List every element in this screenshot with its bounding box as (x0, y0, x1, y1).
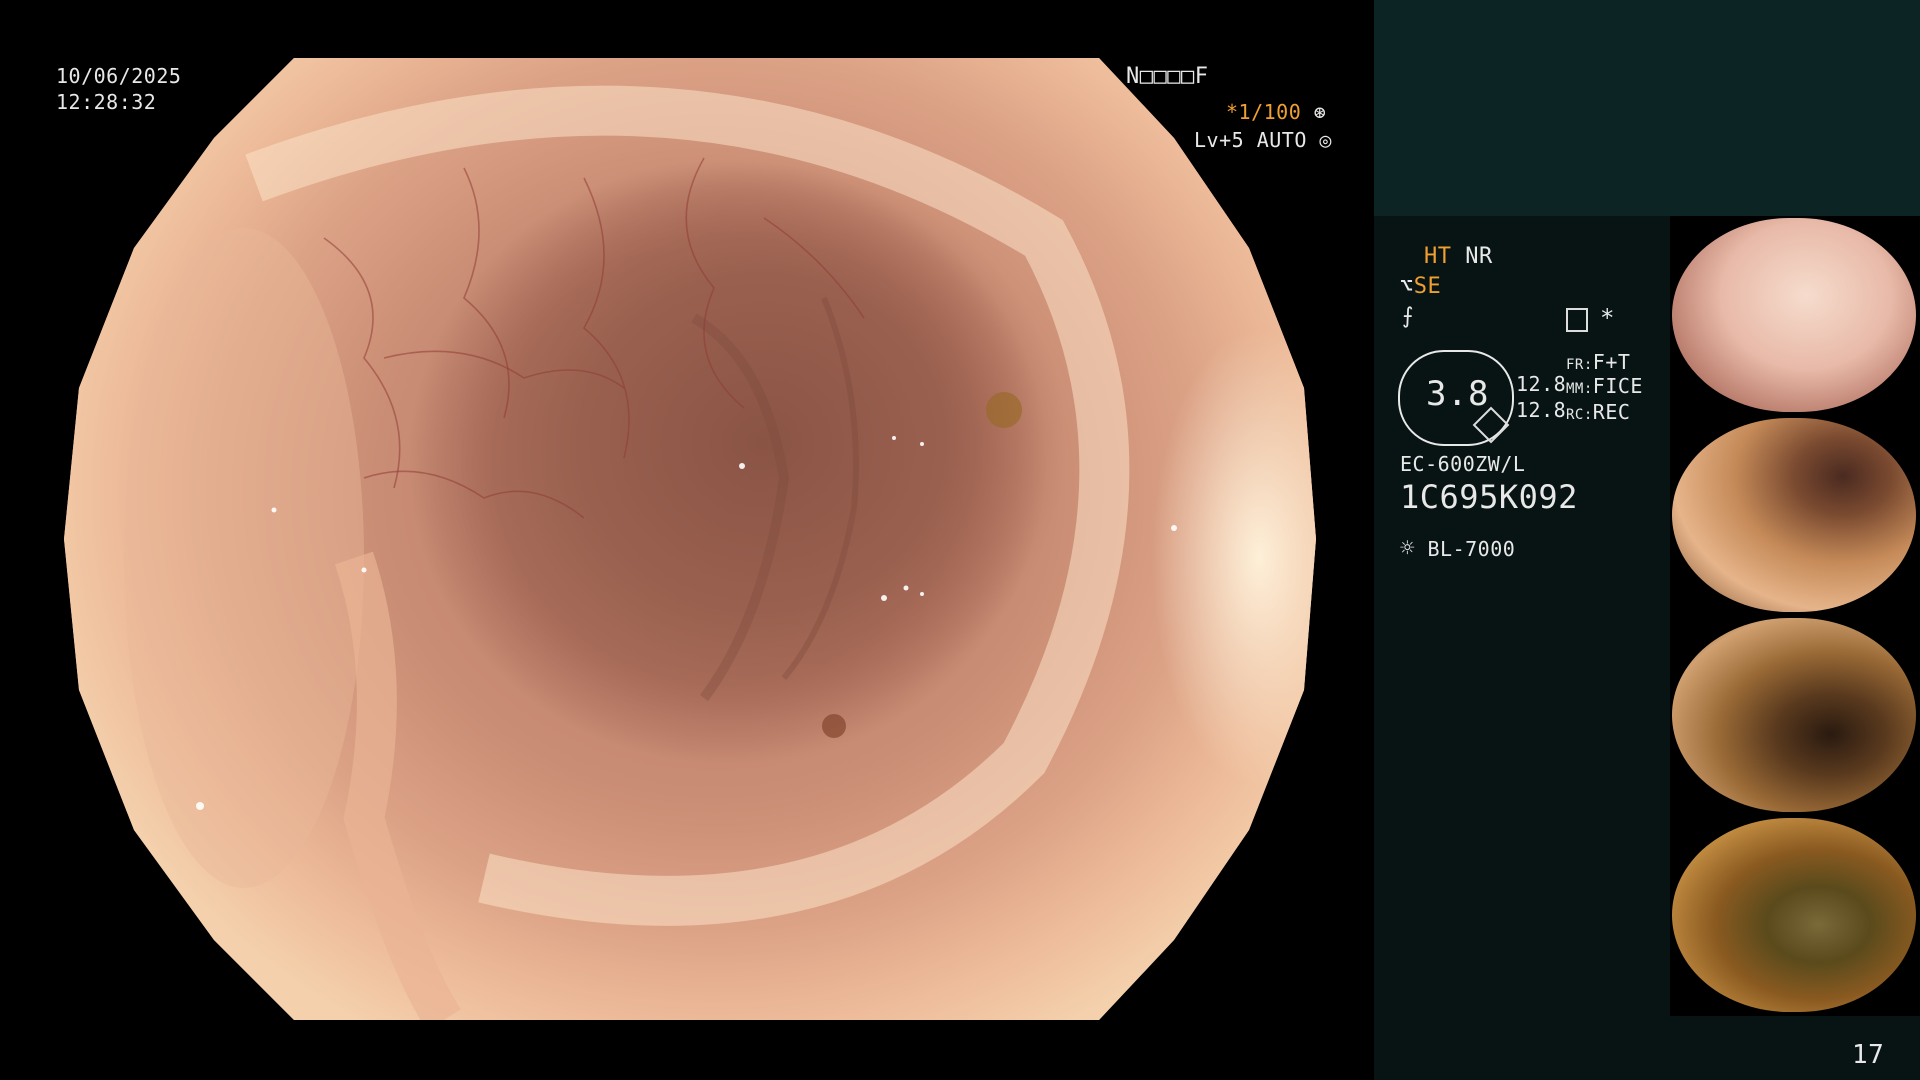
value-1: 12.8 (1516, 372, 1567, 396)
auto-iris-icon: ◎ (1306, 128, 1332, 152)
endoscope-view (64, 58, 1316, 1020)
mm-label: MM: (1566, 381, 1593, 397)
light-source-icon: ☼ (1400, 534, 1415, 562)
ht-nr-row: HT NR (1424, 244, 1493, 269)
page-number: 17 (1852, 1040, 1885, 1070)
patient-id: N□□□□F (1126, 64, 1209, 89)
mm-value: FICE (1592, 374, 1643, 398)
contrast-icon: ⨍ (1402, 304, 1414, 329)
rc-row: RC:REC (1566, 400, 1630, 424)
level-value: Lv+5 AUTO (1194, 128, 1307, 152)
rc-label: RC: (1566, 407, 1593, 423)
thumbnail-1[interactable]: 1C695K092 (1672, 218, 1916, 412)
shutter-icon: ⊛ (1301, 100, 1327, 124)
thumbnail-1-serial: 1C695K092 (1678, 401, 1711, 408)
thumbnail-3[interactable]: 1C695K092 (1672, 618, 1916, 812)
colon-lumen-image (124, 85, 1316, 1020)
se-row: ⌥SE (1400, 274, 1441, 299)
scope-model: EC-600ZW/L (1400, 452, 1526, 476)
magnification-value: 3.8 (1426, 374, 1489, 414)
ht-label: HT (1424, 244, 1452, 269)
scope-serial: 1C695K092 (1400, 478, 1578, 516)
thumbnail-4[interactable]: 1C695K092 (1672, 818, 1916, 1012)
info-panel-header (1374, 0, 1920, 216)
thumbnail-3-serial: 1C695K092 (1678, 801, 1711, 808)
light-source-label: BL-7000 (1427, 537, 1516, 561)
light-source-row: ☼ BL-7000 (1400, 534, 1515, 562)
exposure-level: Lv+5 AUTO ◎ (1194, 128, 1332, 152)
menu-list-icon (1566, 308, 1588, 332)
thumbnail-strip[interactable]: 1C695K092 1C695K092 1C695K092 1C695K092 (1670, 216, 1920, 1016)
time-label: 12:28:32 (56, 90, 157, 114)
thumbnail-4-serial: 1C695K092 (1678, 1001, 1711, 1008)
rc-value: REC (1592, 400, 1631, 424)
fr-row: FR:F+T (1566, 350, 1630, 374)
asterisk-mark: * (1600, 304, 1615, 332)
date-label: 10/06/2025 (56, 64, 182, 88)
fr-label: FR: (1566, 357, 1593, 373)
se-label: SE (1413, 274, 1442, 299)
shutter-speed: *1/100 ⊛ (1226, 100, 1326, 124)
nr-label: NR (1465, 244, 1493, 269)
thumbnail-2[interactable]: 1C695K092 (1672, 418, 1916, 612)
value-2: 12.8 (1516, 398, 1567, 422)
fr-value: F+T (1592, 350, 1631, 374)
structure-enhance-icon: ⌥ (1400, 274, 1414, 299)
shutter-value: *1/100 (1226, 100, 1302, 124)
mm-row: MM:FICE (1566, 374, 1643, 398)
thumbnail-2-serial: 1C695K092 (1678, 601, 1711, 608)
